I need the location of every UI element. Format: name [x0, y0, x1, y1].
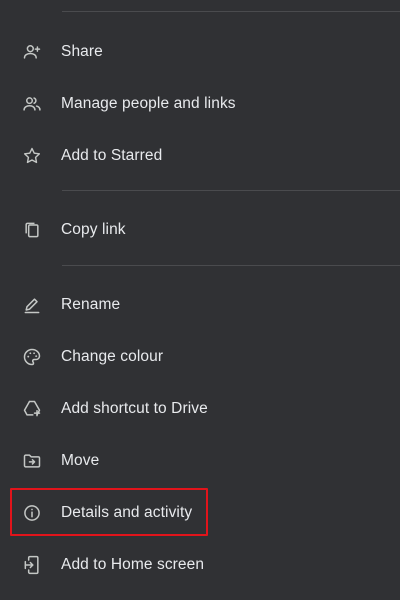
- menu-item-copy-link[interactable]: Copy link: [0, 206, 400, 254]
- add-to-home-screen-icon: [22, 555, 42, 575]
- menu-item-label: Add to Starred: [61, 147, 163, 164]
- folder-move-icon: [22, 451, 42, 471]
- menu-item-label: Rename: [61, 296, 121, 313]
- menu-item-change-colour[interactable]: Change colour: [0, 333, 400, 381]
- menu-item-label: Share: [61, 43, 103, 60]
- highlight-box: [10, 488, 208, 536]
- menu-item-label: Copy link: [61, 221, 126, 238]
- top-divider: [62, 11, 400, 12]
- menu-item-move[interactable]: Move: [0, 437, 400, 485]
- menu-item-add-to-starred[interactable]: Add to Starred: [0, 132, 400, 180]
- menu-item-label: Add to Home screen: [61, 556, 205, 573]
- menu-item-label: Add shortcut to Drive: [61, 400, 208, 417]
- drive-shortcut-icon: [22, 399, 42, 419]
- edit-pencil-icon: [22, 295, 42, 315]
- palette-icon: [22, 347, 42, 367]
- menu-item-label: Manage people and links: [61, 95, 236, 112]
- section-divider: [62, 190, 400, 191]
- person-add-icon: [22, 42, 42, 62]
- section-divider: [62, 265, 400, 266]
- menu-item-label: Move: [61, 452, 100, 469]
- context-menu: Share Manage people and links Add to Sta…: [0, 0, 400, 600]
- menu-item-add-shortcut[interactable]: Add shortcut to Drive: [0, 385, 400, 433]
- menu-item-share[interactable]: Share: [0, 28, 400, 76]
- people-icon: [22, 94, 42, 114]
- menu-item-label: Change colour: [61, 348, 164, 365]
- star-outline-icon: [22, 146, 42, 166]
- copy-icon: [22, 220, 42, 240]
- menu-item-add-to-home-screen[interactable]: Add to Home screen: [0, 541, 400, 589]
- menu-item-rename[interactable]: Rename: [0, 281, 400, 329]
- menu-item-manage-people[interactable]: Manage people and links: [0, 80, 400, 128]
